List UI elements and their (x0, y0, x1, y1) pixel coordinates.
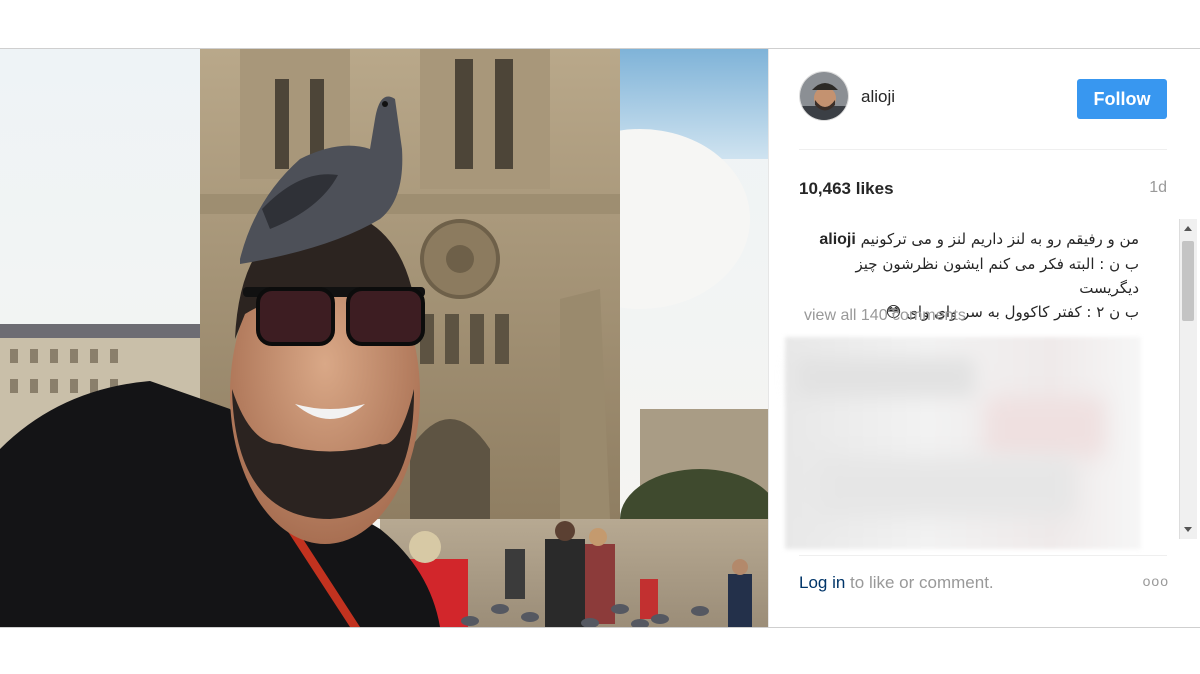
login-prompt-text: to like or comment. (845, 573, 994, 592)
scrollbar-thumb[interactable] (1182, 241, 1194, 321)
instagram-post: alioji Follow 10,463 likes 1d من و رفیقم… (0, 48, 1200, 628)
three-dots-icon[interactable]: ooo (1143, 573, 1169, 589)
post-header: alioji Follow (799, 71, 1167, 127)
photo-selfie-notre-dame (0, 49, 768, 627)
blurred-comments (785, 337, 1141, 549)
scroll-up-arrow-icon[interactable] (1184, 226, 1192, 231)
login-link[interactable]: Log in (799, 573, 845, 592)
scroll-down-arrow-icon[interactable] (1184, 527, 1192, 532)
login-prompt: Log in to like or comment. (799, 573, 994, 593)
caption-username[interactable]: alioji (819, 231, 855, 248)
blur-block (795, 357, 975, 397)
header-divider (799, 149, 1167, 150)
caption-line-1: من و رفیقم رو به لنز داریم لنز و می ترکو… (860, 230, 1139, 248)
likes-count[interactable]: 10,463 likes (799, 179, 894, 199)
blur-block (985, 397, 1105, 457)
follow-button[interactable]: Follow (1077, 79, 1167, 119)
comments-scrollbar[interactable] (1179, 219, 1197, 539)
post-sidebar: alioji Follow 10,463 likes 1d من و رفیقم… (768, 49, 1200, 627)
footer-divider (799, 555, 1167, 556)
blur-block (815, 457, 1075, 517)
view-all-comments-link[interactable]: view all 140 comments (804, 307, 966, 325)
post-time[interactable]: 1d (1149, 179, 1167, 197)
caption-line: من و رفیقم رو به لنز داریم لنز و می ترکو… (799, 227, 1139, 252)
caption-line-2: ب ن : البته فکر می کنم ایشون نظرشون چیز … (855, 255, 1139, 297)
post-photo[interactable] (0, 49, 768, 627)
comments-area[interactable]: من و رفیقم رو به لنز داریم لنز و می ترکو… (785, 219, 1199, 549)
avatar[interactable] (799, 71, 849, 121)
username[interactable]: alioji (861, 87, 895, 107)
avatar-image (800, 72, 848, 120)
